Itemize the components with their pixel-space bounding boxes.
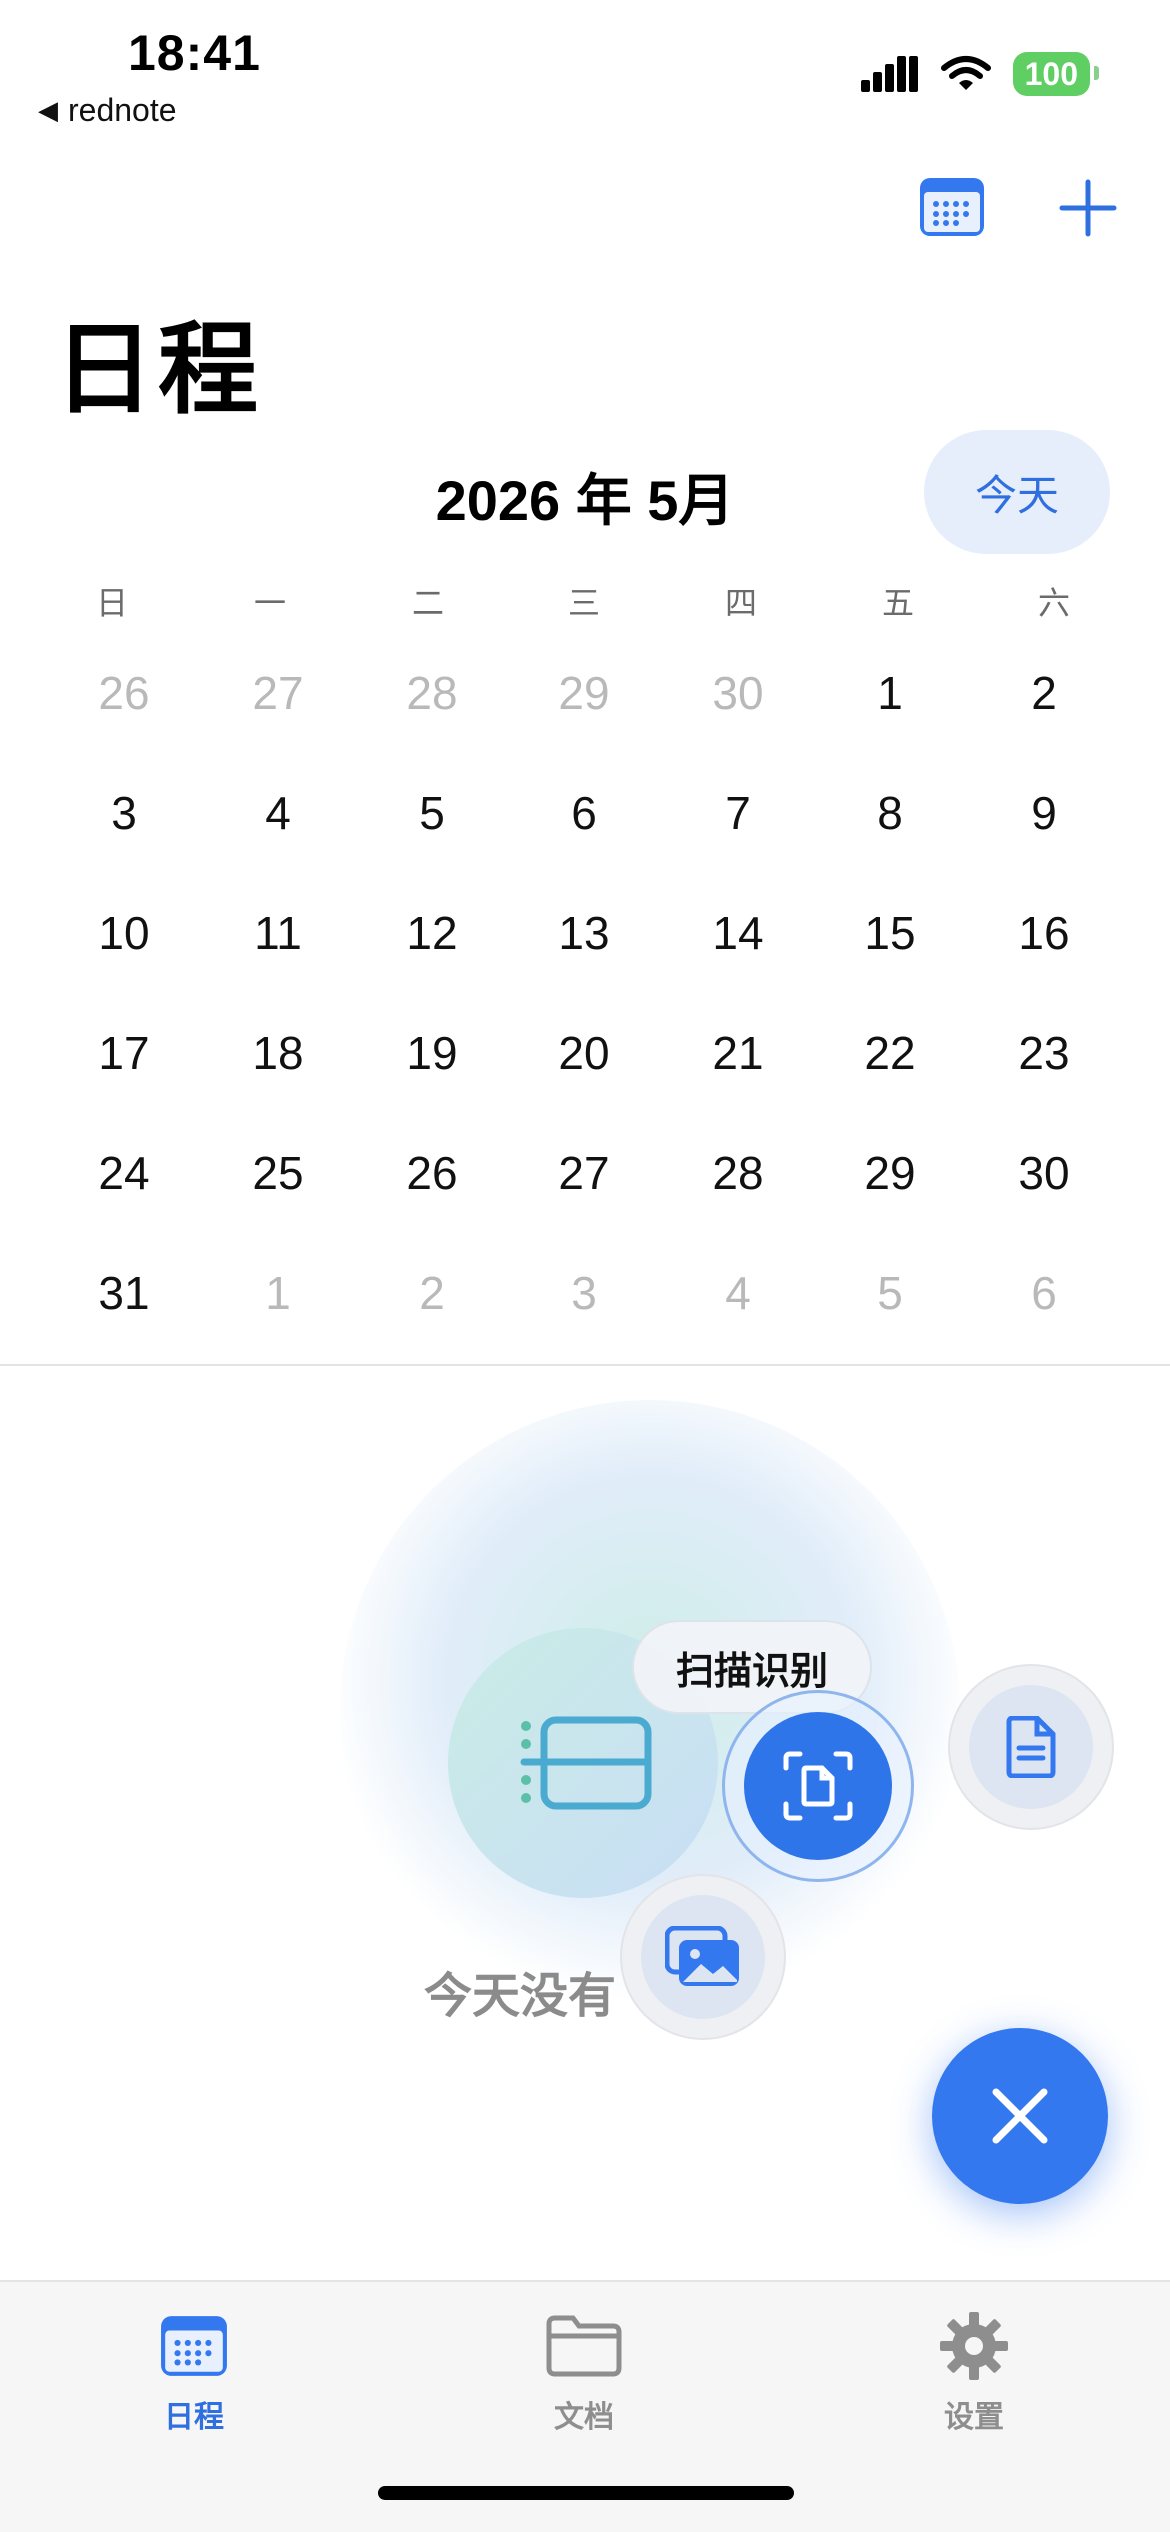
plus-icon — [1059, 179, 1117, 237]
status-indicators: 100 — [860, 52, 1100, 96]
document-icon — [1006, 1716, 1056, 1778]
tab-documents[interactable]: 文档 — [484, 2306, 684, 2436]
calendar-day[interactable]: 6 — [984, 1266, 1104, 1320]
weekday-label: 五 — [881, 585, 914, 621]
calendar-day[interactable]: 1 — [830, 666, 950, 720]
calendar-day[interactable]: 1 — [218, 1266, 338, 1320]
weekday-label: 日 — [95, 585, 128, 621]
weekday-label: 一 — [253, 585, 286, 621]
add-event-button[interactable] — [1058, 178, 1118, 238]
calendar-day[interactable]: 5 — [830, 1266, 950, 1320]
calendar-day[interactable]: 4 — [218, 786, 338, 840]
cellular-signal-icon — [860, 56, 918, 92]
calendar-day[interactable]: 2 — [372, 1266, 492, 1320]
list-icon — [520, 1716, 652, 1810]
calendar-icon — [161, 2316, 227, 2376]
document-button-inner — [969, 1685, 1093, 1809]
calendar-day[interactable]: 28 — [372, 666, 492, 720]
calendar-day[interactable]: 5 — [372, 786, 492, 840]
tab-label: 设置 — [944, 2401, 1004, 2434]
calendar-day[interactable]: 14 — [678, 906, 798, 960]
photos-icon — [665, 1926, 739, 1986]
calendar-view-button[interactable] — [918, 176, 986, 238]
calendar-day[interactable]: 23 — [984, 1026, 1104, 1080]
scan-document-icon — [783, 1751, 853, 1821]
close-icon — [992, 2088, 1048, 2144]
close-menu-button[interactable] — [932, 2028, 1108, 2204]
tab-label: 日程 — [164, 2401, 224, 2434]
calendar-day[interactable]: 27 — [218, 666, 338, 720]
home-indicator — [378, 2486, 794, 2500]
today-button[interactable]: 今天 — [924, 430, 1110, 554]
weekday-label: 二 — [411, 585, 444, 621]
tab-label: 文档 — [554, 2401, 614, 2434]
calendar-day[interactable]: 29 — [830, 1146, 950, 1200]
calendar-day[interactable]: 19 — [372, 1026, 492, 1080]
calendar-day[interactable]: 18 — [218, 1026, 338, 1080]
tab-settings[interactable]: 设置 — [874, 2306, 1074, 2436]
calendar-day[interactable]: 25 — [218, 1146, 338, 1200]
tab-schedule[interactable]: 日程 — [94, 2306, 294, 2436]
calendar-day[interactable]: 30 — [678, 666, 798, 720]
calendar-day[interactable]: 27 — [524, 1146, 644, 1200]
calendar-day[interactable]: 4 — [678, 1266, 798, 1320]
photos-button-inner — [641, 1895, 765, 2019]
document-button[interactable] — [948, 1664, 1114, 1830]
calendar-day[interactable]: 26 — [64, 666, 184, 720]
calendar-day[interactable]: 11 — [218, 906, 338, 960]
calendar-day[interactable]: 15 — [830, 906, 950, 960]
calendar-day[interactable]: 29 — [524, 666, 644, 720]
calendar-day[interactable]: 20 — [524, 1026, 644, 1080]
calendar-day[interactable]: 3 — [64, 786, 184, 840]
calendar-day[interactable]: 17 — [64, 1026, 184, 1080]
back-to-app-link[interactable]: ◀ rednote — [38, 92, 177, 129]
calendar-day[interactable]: 10 — [64, 906, 184, 960]
page-title: 日程 — [54, 314, 262, 426]
calendar-day[interactable]: 3 — [524, 1266, 644, 1320]
battery-indicator: 100 — [1012, 52, 1100, 96]
divider — [0, 1364, 1170, 1366]
folder-icon — [546, 2315, 622, 2377]
calendar-day[interactable]: 12 — [372, 906, 492, 960]
calendar-day[interactable]: 24 — [64, 1146, 184, 1200]
calendar-day[interactable]: 21 — [678, 1026, 798, 1080]
back-app-label: rednote — [68, 92, 177, 128]
calendar-day[interactable]: 30 — [984, 1146, 1104, 1200]
scan-button[interactable] — [744, 1712, 892, 1860]
wifi-icon — [940, 56, 991, 90]
weekday-label: 六 — [1037, 585, 1070, 621]
calendar-day[interactable]: 16 — [984, 906, 1104, 960]
status-time: 18:41 — [128, 25, 261, 81]
photos-button[interactable] — [620, 1874, 786, 2040]
empty-state-text: 今天没有 — [424, 1970, 617, 2023]
calendar-day[interactable]: 9 — [984, 786, 1104, 840]
calendar-day[interactable]: 26 — [372, 1146, 492, 1200]
weekday-label: 三 — [567, 585, 600, 621]
calendar-day[interactable]: 13 — [524, 906, 644, 960]
calendar-day[interactable]: 7 — [678, 786, 798, 840]
calendar-day[interactable]: 31 — [64, 1266, 184, 1320]
back-triangle-icon: ◀ — [38, 95, 58, 125]
weekday-label: 四 — [724, 585, 757, 621]
calendar-day[interactable]: 8 — [830, 786, 950, 840]
gear-icon — [940, 2312, 1008, 2380]
calendar-day[interactable]: 28 — [678, 1146, 798, 1200]
calendar-day[interactable]: 6 — [524, 786, 644, 840]
calendar-day[interactable]: 2 — [984, 666, 1104, 720]
calendar-icon — [920, 178, 984, 236]
calendar-day[interactable]: 22 — [830, 1026, 950, 1080]
